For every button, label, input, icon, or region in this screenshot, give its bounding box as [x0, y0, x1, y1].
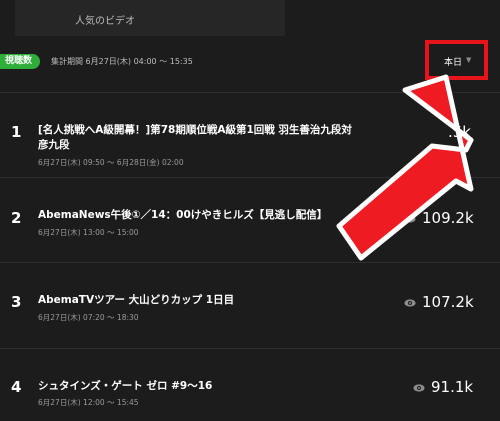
- view-count-badge: 視聴数: [0, 54, 40, 69]
- view-count: 109.2k: [422, 209, 474, 227]
- sort-dropdown-label[interactable]: 本日: [444, 55, 462, 68]
- video-title[interactable]: シュタインズ・ゲート ゼロ #9〜16: [38, 379, 398, 394]
- aggregation-period: 集計期間 6月27日(木) 04:00 〜 15:35: [51, 57, 193, 66]
- ranking-row[interactable]: 3 AbemaTVツアー 大山どりカップ 1日目 6月27日(木) 07:20 …: [0, 263, 500, 347]
- video-title[interactable]: AbemaNews午後①／14：00けやきヒルズ【見逃し配信】: [38, 208, 398, 223]
- broadcast-time: 6月27日(木) 07:20 〜 18:30: [38, 313, 139, 322]
- video-title-line1: [名人挑戦へA級開幕！]第78期順位戦A級第1回戦 羽生善治九段対: [38, 124, 352, 136]
- broadcast-time: 6月27日(木) 09:50 〜 6月28日(金) 02:00: [38, 158, 184, 167]
- popular-videos-page: 人気のビデオ 視聴数 集計期間 6月27日(木) 04:00 〜 15:35 本…: [0, 0, 500, 421]
- view-count: 107.2k: [422, 293, 474, 311]
- ranking-row[interactable]: 4 シュタインズ・ゲート ゼロ #9〜16 6月27日(木) 12:00 〜 1…: [0, 349, 500, 421]
- video-title[interactable]: AbemaTVツアー 大山どりカップ 1日目: [38, 293, 398, 308]
- rank-number: 4: [11, 378, 22, 396]
- video-title[interactable]: [名人挑戦へA級開幕！]第78期順位戦A級第1回戦 羽生善治九段対 彦九段: [38, 123, 398, 153]
- broadcast-time: 6月27日(木) 13:00 〜 15:00: [38, 228, 139, 237]
- eye-icon: [404, 299, 416, 307]
- chevron-down-icon[interactable]: ▼: [466, 56, 471, 64]
- rank-number: 2: [11, 209, 22, 227]
- page-title: 人気のビデオ: [75, 16, 135, 27]
- ranking-row[interactable]: 1 [名人挑戦へA級開幕！]第78期順位戦A級第1回戦 羽生善治九段対 彦九段 …: [0, 93, 500, 177]
- eye-icon: [413, 384, 425, 392]
- top-bar: 人気のビデオ: [0, 0, 500, 38]
- view-count: 91.1k: [431, 378, 474, 396]
- rank-number: 1: [11, 123, 22, 141]
- eye-icon: [404, 215, 416, 223]
- video-title-line2: 彦九段: [38, 139, 70, 151]
- broadcast-time: 6月27日(木) 12:00 〜 15:45: [38, 398, 139, 407]
- view-count: .5k: [448, 123, 471, 141]
- ranking-row[interactable]: 2 AbemaNews午後①／14：00けやきヒルズ【見逃し配信】 6月27日(…: [0, 178, 500, 262]
- tab-popular-videos[interactable]: 人気のビデオ: [15, 0, 285, 36]
- rank-number: 3: [11, 293, 22, 311]
